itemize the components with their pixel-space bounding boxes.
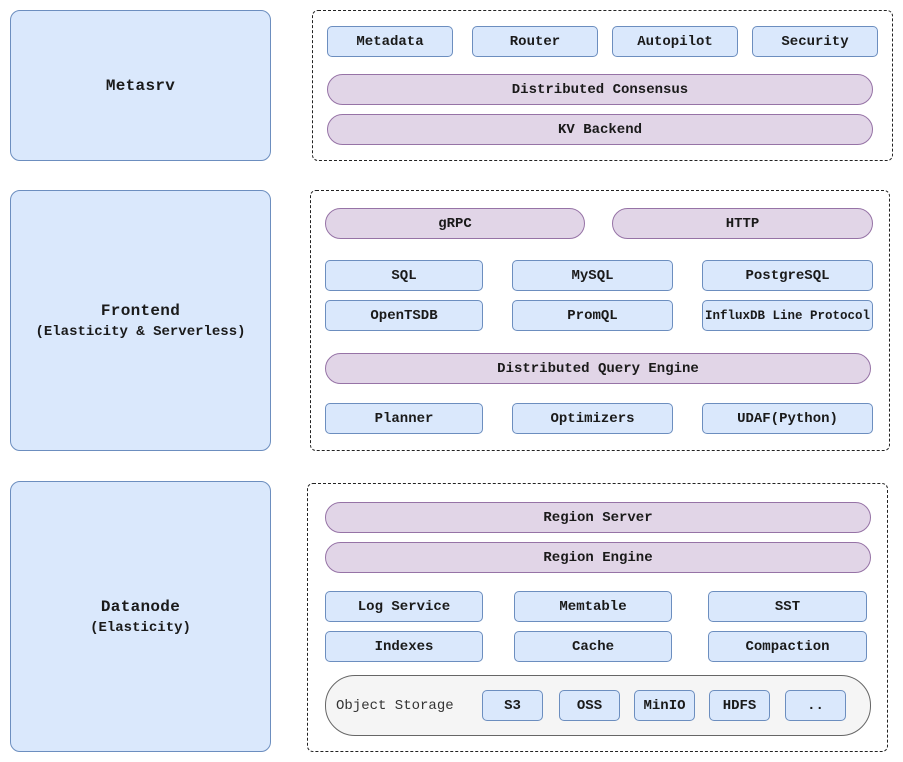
frontend-influxdb-line-protocol: InfluxDB Line Protocol	[702, 300, 873, 331]
frontend-opentsdb: OpenTSDB	[325, 300, 483, 331]
datanode-log-service: Log Service	[325, 591, 483, 622]
metasrv-node: Metasrv	[10, 10, 271, 161]
frontend-promql: PromQL	[512, 300, 673, 331]
frontend-sql: SQL	[325, 260, 483, 291]
datanode-indexes: Indexes	[325, 631, 483, 662]
metasrv-router: Router	[472, 26, 598, 57]
storage-more: ..	[785, 690, 846, 721]
datanode-region-engine: Region Engine	[325, 542, 871, 573]
frontend-subtitle: (Elasticity & Serverless)	[35, 323, 246, 340]
frontend-postgresql: PostgreSQL	[702, 260, 873, 291]
frontend-http: HTTP	[612, 208, 873, 239]
frontend-node: Frontend (Elasticity & Serverless)	[10, 190, 271, 451]
metasrv-title: Metasrv	[105, 76, 176, 95]
datanode-node: Datanode (Elasticity)	[10, 481, 271, 752]
storage-minio: MinIO	[634, 690, 695, 721]
frontend-planner: Planner	[325, 403, 483, 434]
object-storage-label: Object Storage	[336, 697, 454, 714]
metasrv-security: Security	[752, 26, 878, 57]
datanode-compaction: Compaction	[708, 631, 867, 662]
storage-hdfs: HDFS	[709, 690, 770, 721]
datanode-cache: Cache	[514, 631, 672, 662]
datanode-title: Datanode	[100, 597, 181, 616]
frontend-grpc: gRPC	[325, 208, 585, 239]
frontend-title: Frontend	[100, 301, 181, 320]
metasrv-distributed-consensus: Distributed Consensus	[327, 74, 873, 105]
metasrv-autopilot: Autopilot	[612, 26, 738, 57]
frontend-udaf-python: UDAF(Python)	[702, 403, 873, 434]
datanode-subtitle: (Elasticity)	[90, 619, 191, 636]
metasrv-metadata: Metadata	[327, 26, 453, 57]
metasrv-kv-backend: KV Backend	[327, 114, 873, 145]
datanode-region-server: Region Server	[325, 502, 871, 533]
frontend-mysql: MySQL	[512, 260, 673, 291]
frontend-distributed-query-engine: Distributed Query Engine	[325, 353, 871, 384]
storage-oss: OSS	[559, 690, 620, 721]
frontend-optimizers: Optimizers	[512, 403, 673, 434]
datanode-memtable: Memtable	[514, 591, 672, 622]
storage-s3: S3	[482, 690, 543, 721]
datanode-sst: SST	[708, 591, 867, 622]
